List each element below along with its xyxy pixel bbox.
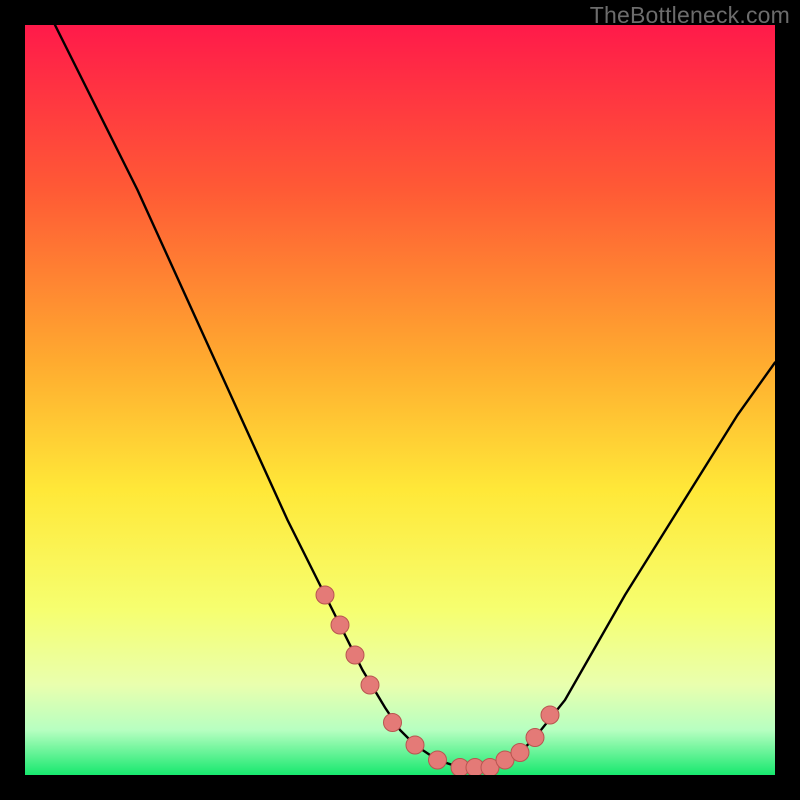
- data-point: [429, 751, 447, 769]
- bottleneck-chart: [25, 25, 775, 775]
- data-point: [406, 736, 424, 754]
- data-point: [511, 744, 529, 762]
- data-point: [346, 646, 364, 664]
- data-point: [384, 714, 402, 732]
- data-point: [541, 706, 559, 724]
- data-point: [361, 676, 379, 694]
- watermark-text: TheBottleneck.com: [590, 2, 790, 29]
- data-point: [526, 729, 544, 747]
- chart-frame: [25, 25, 775, 775]
- data-point: [331, 616, 349, 634]
- data-point: [316, 586, 334, 604]
- gradient-background: [25, 25, 775, 775]
